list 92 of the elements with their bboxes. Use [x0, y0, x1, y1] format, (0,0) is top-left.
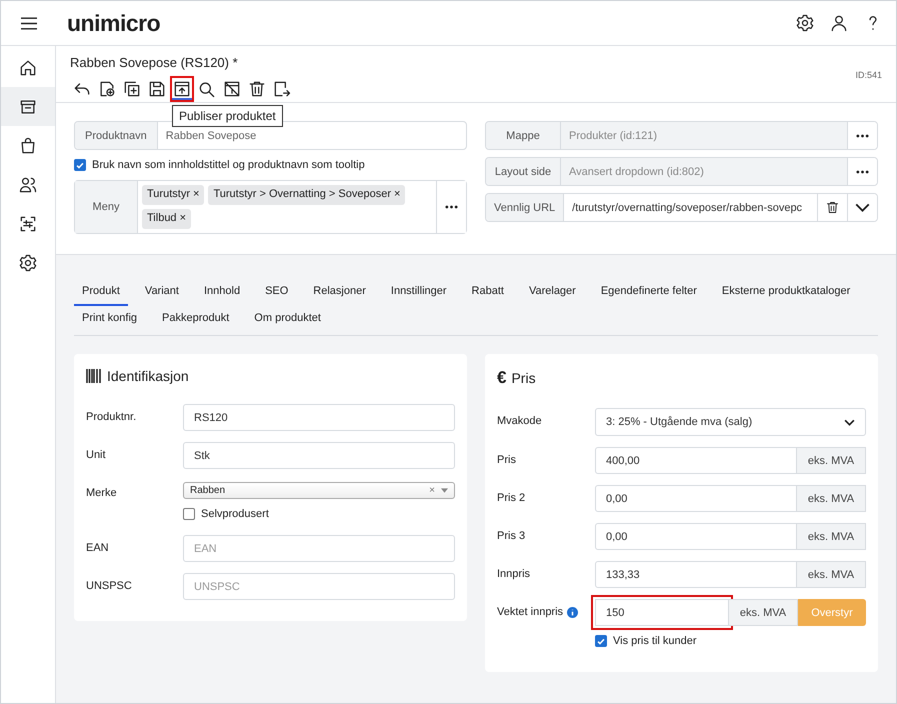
- field-label: Meny: [75, 181, 138, 233]
- page-title: Rabben Sovepose (RS120) *: [70, 55, 238, 70]
- field-value: /turutstyr/overnatting/soveposer/rabben-sovepc: [571, 200, 804, 216]
- dropdown-button[interactable]: [847, 194, 877, 221]
- checkbox[interactable]: [183, 508, 195, 520]
- settings-button[interactable]: [794, 12, 816, 34]
- unit-label: eks. MVA: [797, 447, 866, 474]
- unit-label: eks. MVA: [797, 485, 866, 512]
- tab[interactable]: Eksterne produktkataloger: [714, 279, 858, 306]
- more-icon: [856, 134, 869, 138]
- field-label: EAN: [86, 541, 110, 554]
- settings-icon: [795, 13, 815, 33]
- publish-icon: [172, 79, 192, 99]
- unit-label: eks. MVA: [729, 599, 798, 626]
- more-icon: [445, 205, 458, 209]
- select-field[interactable]: Rabben ×: [183, 482, 455, 499]
- product-name-field[interactable]: Produktnavn Rabben Sovepose: [74, 121, 467, 150]
- input-field[interactable]: 400,00: [595, 447, 797, 474]
- more-button[interactable]: [847, 122, 877, 149]
- trash-icon: [825, 200, 840, 215]
- field-label: Mappe: [486, 122, 561, 149]
- field-value: Rabben Sovepose: [164, 128, 258, 144]
- barcode-icon: [86, 368, 102, 384]
- select-field[interactable]: 3: 25% - Utgående mva (salg): [595, 408, 866, 436]
- info-icon[interactable]: [567, 606, 578, 618]
- input-field[interactable]: Stk: [183, 442, 455, 469]
- scan-icon: [18, 214, 38, 234]
- delete-icon: [247, 79, 267, 99]
- checkbox-label: Vis pris til kunder: [613, 635, 697, 647]
- field-label: Produktnr.: [86, 410, 138, 423]
- checkbox[interactable]: [595, 635, 607, 647]
- tab[interactable]: Om produktet: [246, 306, 329, 333]
- save-icon: [147, 79, 167, 99]
- field-label: UNSPSC: [86, 579, 133, 592]
- field-label: Pris: [497, 454, 516, 466]
- unit-label: eks. MVA: [797, 523, 866, 550]
- field-label: Layout side: [486, 158, 561, 185]
- copy-icon: [122, 79, 142, 99]
- more-icon: [856, 170, 869, 174]
- field-label: Vennlig URL: [486, 194, 564, 221]
- field-label: Mvakode: [497, 415, 542, 427]
- tab[interactable]: Relasjoner: [305, 279, 374, 306]
- field-label: Pris 3: [497, 530, 526, 542]
- user-icon: [829, 13, 849, 33]
- tab[interactable]: Print konfig: [74, 306, 146, 333]
- tab[interactable]: Innstillinger: [382, 279, 455, 306]
- field-label: Merke: [86, 486, 118, 499]
- field-value: Avansert dropdown (id:802): [561, 158, 847, 185]
- menu-icon[interactable]: [21, 16, 37, 30]
- field-value: Produkter (id:121): [561, 122, 847, 149]
- caret-icon: [441, 488, 448, 493]
- input-field[interactable]: 133,33: [595, 561, 797, 588]
- tab[interactable]: Rabatt: [464, 279, 512, 306]
- tooltip: Publiser produktet: [172, 105, 283, 127]
- tab[interactable]: Innhold: [196, 279, 248, 306]
- readonly-field[interactable]: Mappe Produkter (id:121): [485, 121, 878, 150]
- unpublish-icon: [222, 79, 242, 99]
- field-label: Innpris: [497, 568, 530, 580]
- settings-icon: [18, 252, 38, 272]
- input-field[interactable]: 0,00: [595, 485, 797, 512]
- menu-tag[interactable]: Tilbud ×: [142, 209, 192, 229]
- unit-label: eks. MVA: [797, 561, 866, 588]
- field-label: Vektet innpris: [497, 606, 564, 618]
- card-title: Identifikasjon: [107, 368, 189, 384]
- input-field[interactable]: RS120: [183, 404, 455, 431]
- menu-tag[interactable]: Turutstyr > Overnatting > Soveposer ×: [208, 185, 406, 205]
- card-title: Pris: [511, 370, 536, 386]
- tab[interactable]: Varelager: [520, 279, 584, 306]
- more-button[interactable]: [847, 158, 877, 185]
- id-label: ID:541: [855, 70, 882, 80]
- checkbox-label: Bruk navn som innholdstittel og produktnavn som tooltip: [92, 159, 365, 171]
- tab[interactable]: SEO: [257, 279, 296, 306]
- checkbox-label: Selvprodusert: [201, 508, 269, 520]
- chevron-down-icon: [844, 418, 855, 426]
- tab[interactable]: Egendefinerte felter: [592, 279, 705, 306]
- url-field-group[interactable]: Vennlig URL /turutstyr/overnatting/soveposer/rabben-sovepc: [485, 193, 878, 222]
- users-icon: [18, 174, 38, 194]
- logo[interactable]: unimicro: [67, 10, 160, 36]
- export-icon: [272, 79, 292, 99]
- input-field[interactable]: 0,00: [595, 523, 797, 550]
- field-label: Unit: [86, 448, 107, 461]
- tab[interactable]: Produkt: [74, 279, 128, 306]
- home-icon: [18, 58, 38, 78]
- currency-symbol: €: [497, 368, 506, 388]
- field-label: Pris 2: [497, 492, 526, 504]
- menu-tag[interactable]: Turutstyr ×: [142, 185, 204, 205]
- readonly-field[interactable]: Layout side Avansert dropdown (id:802): [485, 157, 878, 186]
- checkbox[interactable]: [74, 159, 86, 171]
- tab[interactable]: Pakkeprodukt: [154, 306, 238, 333]
- sidebar-item[interactable]: [1, 87, 55, 126]
- tab[interactable]: Variant: [136, 279, 187, 306]
- field-label: Produktnavn: [75, 122, 158, 149]
